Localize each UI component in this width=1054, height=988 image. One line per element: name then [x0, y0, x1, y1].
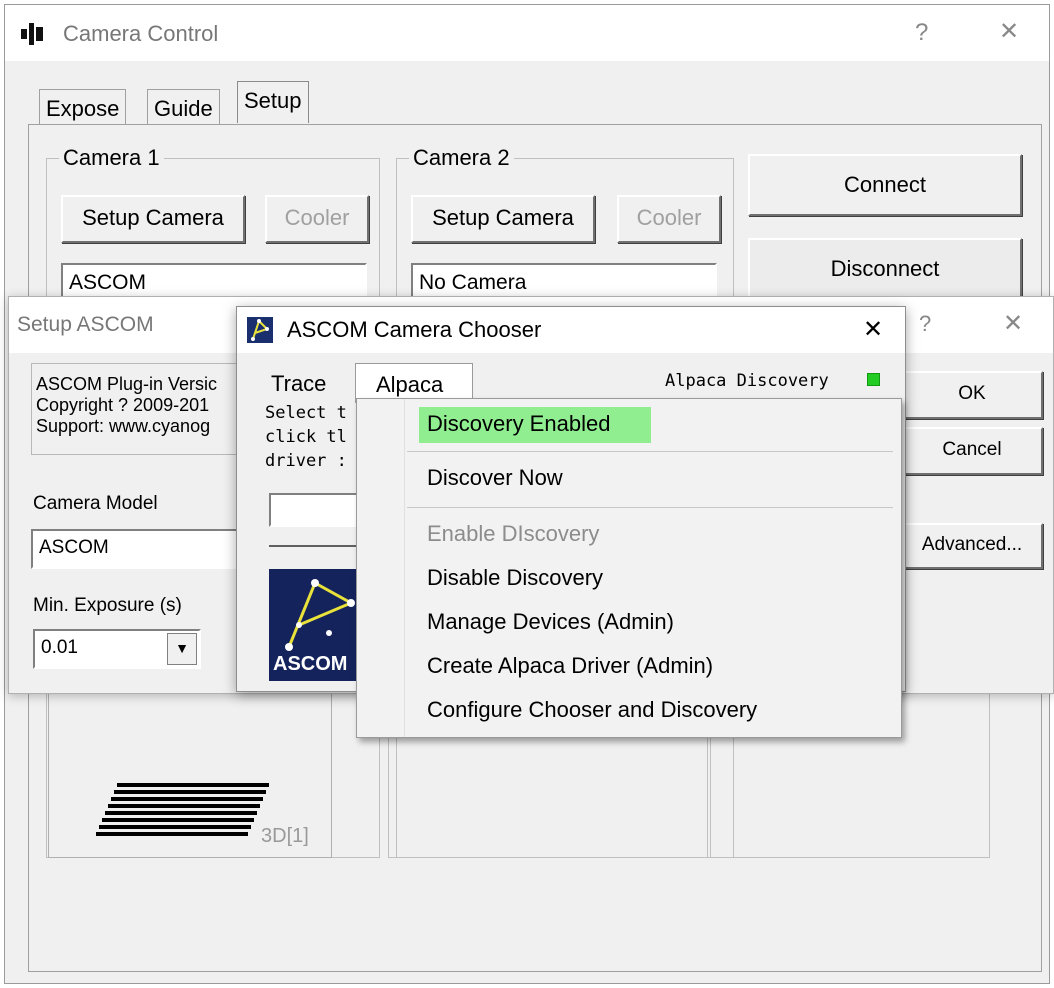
stack-icon: [96, 783, 269, 836]
disconnect-button[interactable]: Disconnect: [748, 238, 1022, 300]
alpaca-dropdown-menu: Discovery Enabled Discover Now Enable DI…: [356, 398, 902, 738]
camera1-cooler-button[interactable]: Cooler: [265, 195, 369, 243]
advanced-button[interactable]: Advanced...: [901, 523, 1043, 569]
preview-badge: 3D[1]: [261, 825, 309, 847]
min-exposure-label: Min. Exposure (s): [33, 595, 182, 616]
tab-guide[interactable]: Guide: [147, 89, 220, 125]
chevron-down-icon[interactable]: ▼: [167, 633, 197, 665]
connect-button[interactable]: Connect: [748, 154, 1022, 216]
disconnect-label: Disconnect: [830, 256, 940, 281]
camera1-preview: 3D[1]: [48, 690, 332, 858]
setup-help-button[interactable]: ?: [919, 311, 931, 337]
camera-model-field[interactable]: ASCOM: [31, 529, 267, 569]
setup-close-button[interactable]: ✕: [1003, 309, 1023, 338]
tab-setup[interactable]: Setup: [237, 81, 309, 123]
menu-gutter: [357, 399, 405, 737]
discovery-status-label: Alpaca Discovery: [665, 371, 829, 391]
min-exposure-value: 0.01: [41, 637, 78, 658]
instruction-line: driver :: [265, 451, 347, 471]
menu-item-enable-discovery[interactable]: Enable DIscovery: [427, 521, 599, 547]
ascom-app-icon: [247, 317, 273, 343]
menu-alpaca-label: Alpaca: [376, 372, 444, 397]
menu-item-discovery-enabled[interactable]: Discovery Enabled: [427, 411, 610, 437]
setup-title: Setup ASCOM: [17, 313, 154, 336]
menu-trace[interactable]: Trace: [271, 371, 326, 397]
ascom-logo: ASCOM: [269, 569, 365, 681]
camera1-setup-button[interactable]: Setup Camera: [61, 195, 245, 243]
discovery-status-indicator: [867, 373, 880, 386]
camera-control-app-icon: [21, 23, 43, 45]
cancel-button[interactable]: Cancel: [901, 427, 1043, 475]
camera-model-label: Camera Model: [33, 493, 158, 514]
plugin-info-box: ASCOM Plug-in Versic Copyright ? 2009-20…: [31, 363, 261, 455]
plugin-version: ASCOM Plug-in Versic: [36, 374, 218, 394]
camera2-legend: Camera 2: [409, 145, 514, 171]
instruction-line: Select t: [265, 403, 347, 423]
instructions-text: Select t click tl driver :: [265, 401, 347, 473]
menu-item-create-alpaca-driver[interactable]: Create Alpaca Driver (Admin): [427, 653, 713, 679]
tab-expose[interactable]: Expose: [39, 89, 127, 125]
chooser-title: ASCOM Camera Chooser: [287, 317, 542, 342]
chooser-close-button[interactable]: ✕: [863, 315, 883, 344]
plugin-copyright: Copyright ? 2009-201: [36, 395, 210, 415]
menu-item-discover-now[interactable]: Discover Now: [427, 465, 563, 491]
divider: [269, 545, 365, 547]
menu-separator: [407, 507, 893, 508]
ascom-logo-text: ASCOM: [273, 653, 348, 675]
chooser-title-bar: ASCOM Camera Chooser ✕: [237, 307, 905, 353]
camera2-cooler-button[interactable]: Cooler: [617, 195, 721, 243]
menu-item-configure-chooser[interactable]: Configure Chooser and Discovery: [427, 697, 757, 723]
menu-item-disable-discovery[interactable]: Disable Discovery: [427, 565, 603, 591]
title-bar: Camera Control ? ✕: [5, 5, 1049, 61]
plugin-support: Support: www.cyanog: [36, 416, 211, 436]
min-exposure-select[interactable]: 0.01 ▼: [33, 629, 201, 669]
menu-alpaca[interactable]: Alpaca: [355, 363, 473, 403]
connect-label: Connect: [844, 172, 926, 197]
camera2-setup-button[interactable]: Setup Camera: [411, 195, 595, 243]
help-button[interactable]: ?: [915, 19, 928, 47]
menu-item-manage-devices[interactable]: Manage Devices (Admin): [427, 609, 674, 635]
instruction-line: click tl: [265, 427, 347, 447]
window-title: Camera Control: [63, 21, 219, 46]
close-button[interactable]: ✕: [999, 17, 1019, 46]
menu-separator: [407, 451, 893, 452]
ok-button[interactable]: OK: [901, 371, 1043, 419]
camera1-legend: Camera 1: [59, 145, 164, 171]
driver-select[interactable]: [269, 493, 369, 527]
